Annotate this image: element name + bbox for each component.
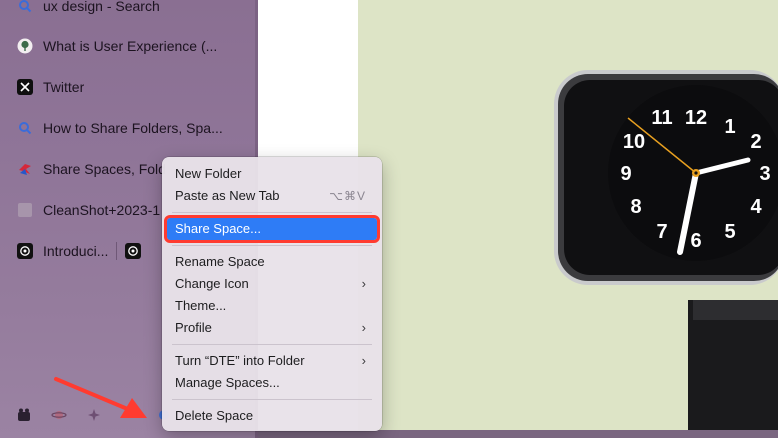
sidebar-tab[interactable]: What is User Experience (... xyxy=(8,28,248,64)
menu-label: Rename Space xyxy=(175,254,265,269)
menu-item-delete-space[interactable]: Delete Space xyxy=(162,405,382,427)
menu-separator xyxy=(172,245,372,246)
tab-label: What is User Experience (... xyxy=(43,38,218,54)
window-bottom-edge xyxy=(258,430,778,438)
clock-numeral: 11 xyxy=(651,107,672,129)
tab-label: Share Spaces, Fold xyxy=(43,161,166,177)
chevron-right-icon: › xyxy=(361,353,366,368)
tab-label: CleanShot+2023-1 xyxy=(43,202,161,218)
tab-label: Twitter xyxy=(43,79,85,95)
file-icon xyxy=(17,202,33,218)
menu-item-change-icon[interactable]: Change Icon › xyxy=(162,273,382,295)
tab-label: How to Share Folders, Spa... xyxy=(43,120,223,136)
menu-item-share-space[interactable]: Share Space... xyxy=(164,215,380,243)
space-context-menu: New Folder Paste as New Tab ⌥⌘V Share Sp… xyxy=(162,157,382,431)
clock-numeral: 8 xyxy=(630,196,641,218)
shortcut-hint: ⌥⌘V xyxy=(329,189,366,203)
archive-icon[interactable] xyxy=(16,407,32,423)
search-icon xyxy=(17,120,33,136)
sidebar-tab[interactable]: How to Share Folders, Spa... xyxy=(8,110,248,146)
clock-numeral: 10 xyxy=(623,131,645,153)
clock-numeral: 2 xyxy=(750,131,761,153)
menu-label: Theme... xyxy=(175,298,227,313)
menu-label: Profile xyxy=(175,320,212,335)
clock-numeral: 6 xyxy=(690,230,701,252)
clock-numeral: 12 xyxy=(685,107,707,129)
search-icon xyxy=(17,0,33,14)
webpage-image-area: 12 1 2 3 4 5 6 7 8 9 10 11 xyxy=(358,0,778,438)
menu-separator xyxy=(172,344,372,345)
menu-label: Turn “DTE” into Folder xyxy=(175,353,305,368)
menu-separator xyxy=(172,212,372,213)
menu-label: Paste as New Tab xyxy=(175,188,280,203)
x-logo-icon xyxy=(17,79,33,95)
clock-numeral: 4 xyxy=(750,196,762,218)
tab-label: Introduci... xyxy=(43,243,109,259)
chevron-right-icon: › xyxy=(361,276,366,291)
clock-numeral: 3 xyxy=(759,163,770,185)
chevron-right-icon: › xyxy=(361,320,366,335)
openai-icon xyxy=(17,243,33,259)
menu-item-turn-into-folder[interactable]: Turn “DTE” into Folder › xyxy=(162,350,382,372)
menu-item-paste-as-new-tab[interactable]: Paste as New Tab ⌥⌘V xyxy=(162,185,382,207)
sidebar-tab[interactable]: ux design - Search xyxy=(8,0,248,24)
menu-label: Manage Spaces... xyxy=(175,375,280,390)
clock-numeral: 1 xyxy=(724,116,735,138)
tree-icon xyxy=(17,38,33,54)
menu-item-rename-space[interactable]: Rename Space xyxy=(162,251,382,273)
openai-icon[interactable] xyxy=(125,243,142,259)
tab-label: ux design - Search xyxy=(43,0,160,14)
split-divider xyxy=(116,242,118,260)
clock-numeral: 5 xyxy=(724,221,735,243)
menu-label: New Folder xyxy=(175,166,242,181)
watch-image: 12 1 2 3 4 5 6 7 8 9 10 11 xyxy=(554,70,778,438)
clock-numeral: 9 xyxy=(620,163,631,185)
menu-item-profile[interactable]: Profile › xyxy=(162,317,382,339)
menu-item-manage-spaces[interactable]: Manage Spaces... xyxy=(162,372,382,394)
menu-item-theme[interactable]: Theme... xyxy=(162,295,382,317)
menu-item-new-folder[interactable]: New Folder xyxy=(162,163,382,185)
menu-label: Share Space... xyxy=(175,221,261,236)
menu-label: Delete Space xyxy=(175,408,254,423)
menu-separator xyxy=(172,399,372,400)
menu-label: Change Icon xyxy=(175,276,249,291)
annotation-arrow-icon xyxy=(54,377,147,418)
sidebar-tab[interactable]: Twitter xyxy=(8,69,248,105)
clock-numeral: 7 xyxy=(656,221,667,243)
bird-icon xyxy=(17,161,33,177)
